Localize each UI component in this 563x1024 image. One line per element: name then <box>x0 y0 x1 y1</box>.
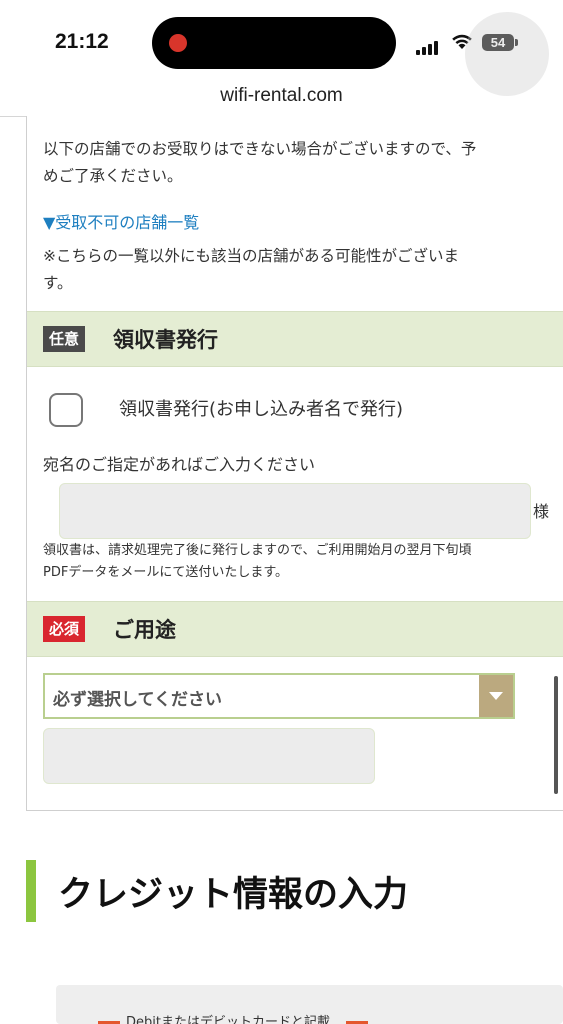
receipt-section-title: 領収書発行 <box>113 328 218 352</box>
receipt-checkbox-label[interactable]: 領収書発行(お申し込み者名で発行) <box>119 395 403 421</box>
notice-line: めご了承ください。 <box>43 167 183 185</box>
note-line: PDFデータをメールにて送付いたします。 <box>43 565 289 580</box>
required-badge: 必須 <box>43 616 86 642</box>
receipt-checkbox[interactable] <box>49 393 83 427</box>
order-form: 以下の店舗でのお受取りはできない場合がございますので、予 めご了承ください。 ▼… <box>26 116 563 811</box>
store-notice: 以下の店舗でのお受取りはできない場合がございますので、予 めご了承ください。 <box>43 136 563 190</box>
unavailable-stores-link[interactable]: ▼受取不可の店舗一覧 <box>43 209 199 233</box>
honorific-suffix: 様 <box>533 502 550 521</box>
signal-icon <box>416 36 440 55</box>
notice-line: す。 <box>43 274 73 292</box>
card-caption: Debitまたはデビットカードと記載 <box>126 1015 330 1024</box>
notice-line: 以下の店舗でのお受取りはできない場合がございますので、予 <box>43 140 477 158</box>
credit-section-title: クレジット情報の入力 <box>58 875 409 915</box>
url-bar[interactable]: wifi-rental.com <box>0 80 563 116</box>
recording-indicator <box>169 34 187 52</box>
card-info-box: Debitまたはデビットカードと記載 <box>56 985 563 1024</box>
usage-other-input[interactable] <box>43 728 375 784</box>
chevron-down-icon[interactable] <box>479 675 513 717</box>
dynamic-island <box>152 17 396 69</box>
addressee-input[interactable] <box>59 483 531 539</box>
receipt-note: 領収書は、請求処理完了後に発行しますので、ご利用開始月の翌月下旬頃 PDFデータ… <box>43 540 563 584</box>
usage-select-value: 必ず選択してください <box>53 690 222 710</box>
store-notice-2: ※こちらの一覧以外にも該当の店舗がある可能性がございま す。 <box>43 243 563 297</box>
scrollbar[interactable] <box>554 676 558 794</box>
addressee-label: 宛名のご指定があればご入力ください <box>43 455 316 474</box>
usage-section-header: 必須 ご用途 <box>27 601 563 657</box>
note-line: 領収書は、請求処理完了後に発行しますので、ご利用開始月の翌月下旬頃 <box>43 543 472 558</box>
status-time: 21:12 <box>55 30 109 53</box>
status-bar: 21:12 54 <box>0 0 563 96</box>
section-accent-bar <box>26 860 36 922</box>
usage-select[interactable]: 必ず選択してください <box>43 673 515 719</box>
optional-badge: 任意 <box>43 326 86 352</box>
notice-line: ※こちらの一覧以外にも該当の店舗がある可能性がございま <box>43 247 459 265</box>
usage-section-title: ご用途 <box>113 618 176 642</box>
receipt-section-header: 任意 領収書発行 <box>27 311 563 367</box>
